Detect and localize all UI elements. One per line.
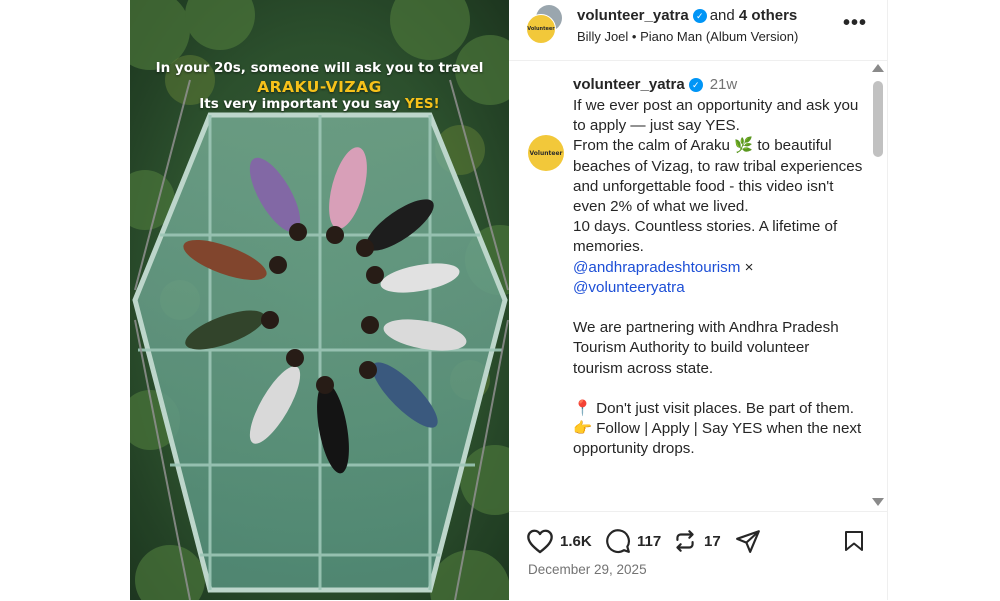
caption-avatar-logo-text: Volunteer: [529, 149, 563, 157]
caption-line-3: 10 days. Countless stories. A lifetime o…: [573, 218, 838, 256]
more-options-icon[interactable]: •••: [842, 13, 868, 37]
post-header: Volunteer volunteer_yatra ✓ and 4 others B…: [509, 0, 887, 61]
caption-line-2: From the calm of Araku 🌿 to beautiful be…: [573, 137, 863, 216]
send-icon: [736, 530, 760, 553]
caption-mentions: @andhrapradeshtourism × @volunteeryatra: [573, 258, 863, 298]
author-avatar[interactable]: Volunteer: [526, 14, 556, 44]
verified-badge-icon: ✓: [692, 9, 707, 23]
comments-count[interactable]: 117: [637, 533, 661, 550]
caption-header: volunteer_yatra ✓ 21w: [573, 76, 737, 93]
scrollbar-thumb[interactable]: [873, 81, 883, 157]
caption-verified-icon: ✓: [688, 78, 703, 92]
overlay-line-3-highlight: YES!: [404, 96, 440, 112]
overlay-line-2: ARAKU-VIZAG: [257, 78, 382, 96]
caption-author-avatar[interactable]: Volunteer: [528, 135, 564, 171]
comment-icon: [606, 529, 630, 553]
action-bar: 1.6K 117 17 December 29, 2025: [509, 511, 887, 601]
repost-button[interactable]: 17: [672, 528, 721, 554]
overlay-line-3: Its very important you say YES!: [130, 96, 509, 112]
overlay-line-1: In your 20s, someone will ask you to tra…: [155, 60, 484, 76]
post-details-panel: Volunteer volunteer_yatra ✓ and 4 others B…: [509, 0, 888, 600]
like-button[interactable]: 1.6K: [526, 528, 592, 554]
caption-timestamp[interactable]: 21w: [710, 76, 738, 93]
avatar-logo-text: Volunteer: [527, 26, 555, 32]
share-button[interactable]: [735, 528, 761, 554]
header-and-text: and: [709, 7, 735, 24]
caption-paragraph-2: We are partnering with Andhra Pradesh To…: [573, 319, 839, 377]
caption-username[interactable]: volunteer_yatra: [573, 76, 685, 93]
overlay-line-3-prefix: Its very important you say: [199, 96, 405, 112]
post-media[interactable]: In your 20s, someone will ask you to tra…: [130, 0, 509, 600]
caption-section: Volunteer volunteer_yatra ✓ 21w If we ever…: [509, 61, 887, 511]
mention-andhrapradeshtourism[interactable]: @andhrapradeshtourism: [573, 259, 740, 276]
mention-separator: ×: [740, 258, 754, 276]
scroll-up-arrow-icon[interactable]: [872, 64, 884, 72]
caption-text: If we ever post an opportunity and ask y…: [573, 96, 863, 460]
reposts-count[interactable]: 17: [704, 533, 721, 550]
repost-icon: [676, 530, 694, 552]
post-date[interactable]: December 29, 2025: [528, 562, 647, 577]
caption-paragraph-3-line-1: 📍 Don't just visit places. Be part of th…: [573, 400, 854, 418]
comment-button[interactable]: 117: [605, 528, 661, 554]
save-button[interactable]: [842, 528, 866, 554]
heart-icon: [527, 529, 553, 554]
collaborators-link[interactable]: 4 others: [739, 7, 797, 24]
header-username[interactable]: volunteer_yatra: [577, 7, 689, 24]
mention-volunteeryatra[interactable]: @volunteeryatra: [573, 279, 685, 296]
caption-line-1: If we ever post an opportunity and ask y…: [573, 97, 859, 135]
bookmark-icon: [845, 531, 863, 551]
music-track-link[interactable]: Billy Joel • Piano Man (Album Version): [577, 29, 798, 44]
header-title: volunteer_yatra ✓ and 4 others: [577, 7, 797, 24]
scroll-down-arrow-icon[interactable]: [872, 498, 884, 506]
likes-count[interactable]: 1.6K: [560, 533, 592, 550]
caption-scrollbar[interactable]: [871, 61, 885, 511]
caption-paragraph-3-line-2: 👉 Follow | Apply | Say YES when the next…: [573, 420, 862, 458]
